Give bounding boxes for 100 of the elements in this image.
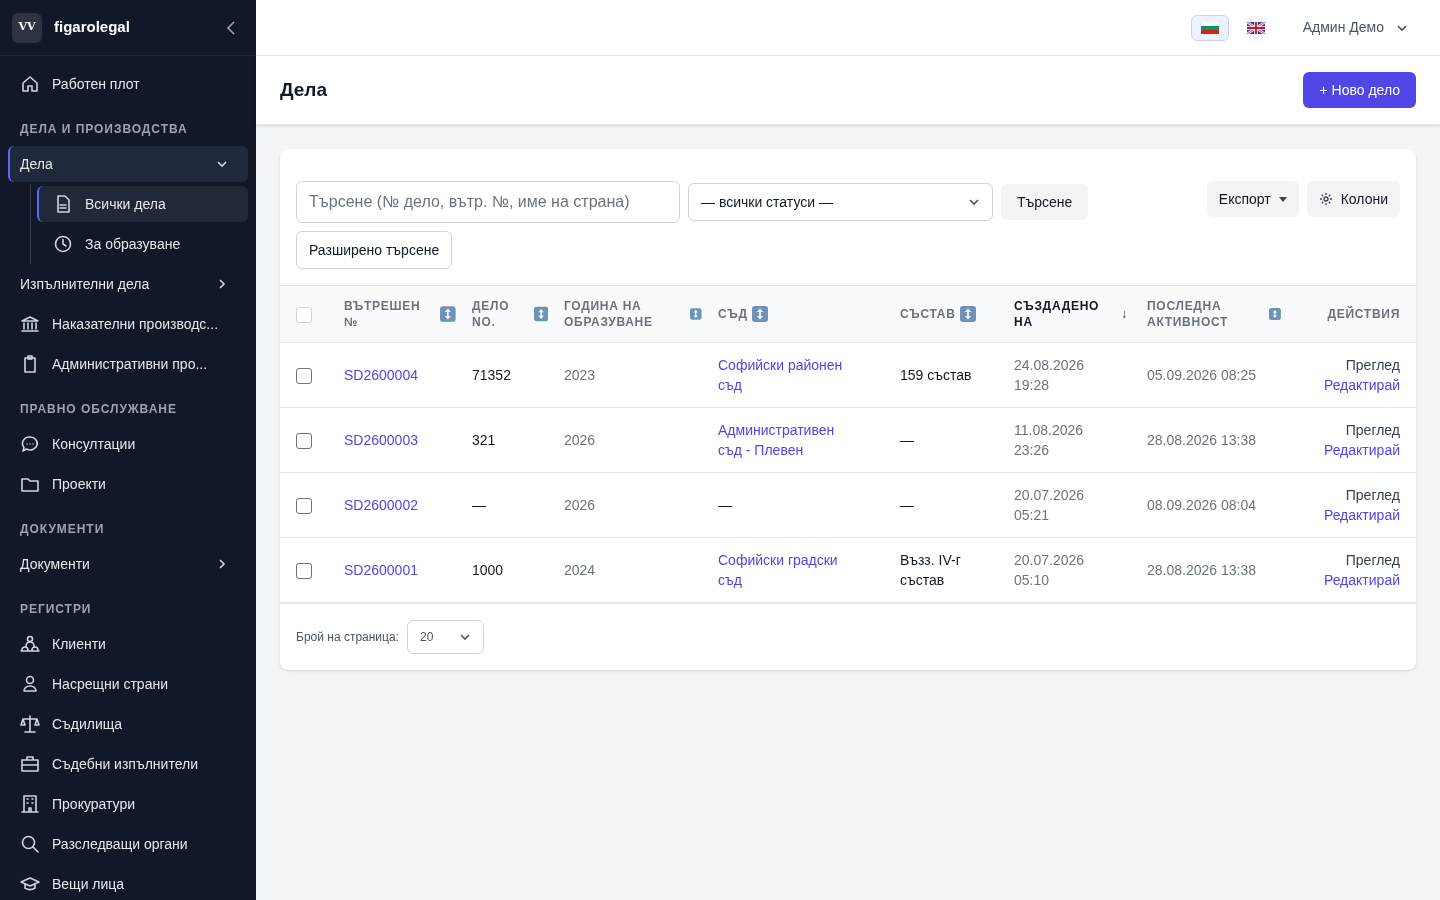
chevron-right-icon xyxy=(216,558,228,570)
view-link[interactable]: Преглед xyxy=(1297,420,1400,440)
new-case-button[interactable]: + Ново дело xyxy=(1303,72,1416,108)
edit-link[interactable]: Редактирай xyxy=(1297,570,1400,590)
nav-group[interactable]: Дела xyxy=(8,146,248,182)
case-link[interactable]: SD2600001 xyxy=(344,562,418,578)
court-link[interactable]: Административен съд - Плевен xyxy=(718,420,858,460)
home-icon xyxy=(20,74,40,94)
nav-item[interactable]: Прокуратури xyxy=(8,786,248,822)
checkbox[interactable] xyxy=(296,563,312,580)
nav-item[interactable]: Консултации xyxy=(8,426,248,462)
table-cell: 05.09.2026 08:25 xyxy=(1147,367,1256,383)
column-header[interactable]: ГОДИНА НА ОБРАЗУВАНЕ xyxy=(564,298,687,330)
table-cell-text: 11.08.2026 23:26 xyxy=(1014,421,1085,460)
edit-link[interactable]: Редактирай xyxy=(1297,440,1400,460)
sort-icon[interactable] xyxy=(1269,306,1281,322)
edit-link[interactable]: Редактирай xyxy=(1297,375,1400,395)
column-header[interactable]: ДЕЛО NO. xyxy=(472,298,530,330)
brand-name: figarolegal xyxy=(54,17,130,38)
section-heading: РЕГИСТРИ xyxy=(19,601,93,618)
language-button[interactable] xyxy=(1190,14,1229,41)
view-link[interactable]: Преглед xyxy=(1297,485,1400,505)
sort-arrow[interactable]: ↓ xyxy=(1121,305,1131,323)
nav-item[interactable]: Работен плот xyxy=(8,66,248,102)
user-icon xyxy=(20,674,40,694)
per-page-select[interactable]: 20 xyxy=(406,620,484,654)
chevron-right-icon xyxy=(216,278,228,290)
nav-group[interactable]: Документи xyxy=(8,546,248,582)
section-heading: ДОКУМЕНТИ xyxy=(19,521,106,538)
collapse-icon[interactable] xyxy=(226,20,236,35)
building-icon xyxy=(20,794,40,814)
nav-item[interactable]: Клиенти xyxy=(8,626,248,662)
column-header[interactable]: СЪЗДАДЕНО НА xyxy=(1014,298,1117,330)
chevron-down-icon xyxy=(216,158,228,170)
table-cell: 1000 xyxy=(472,562,504,578)
status-select[interactable]: — всички статуси — xyxy=(688,183,993,221)
court-link[interactable]: Софийски градски съд xyxy=(718,550,858,590)
search-icon xyxy=(20,834,40,854)
sort-icon[interactable] xyxy=(690,306,702,322)
nav-item[interactable]: Наказателни производс... xyxy=(8,306,248,342)
nav-group[interactable]: Изпълнителни дела xyxy=(8,266,248,302)
column-header[interactable]: СЪД xyxy=(718,306,748,322)
table-cell: 321 xyxy=(472,432,496,448)
nav-item[interactable]: Съдебни изпълнители xyxy=(8,746,248,782)
nav-item[interactable]: Административни про... xyxy=(8,346,248,382)
briefcase-icon xyxy=(20,754,40,774)
case-link[interactable]: SD2600004 xyxy=(344,367,418,383)
edit-link[interactable]: Редактирай xyxy=(1297,505,1400,525)
nav-item[interactable]: Вещи лица xyxy=(8,866,248,900)
flag-icon xyxy=(1246,21,1265,34)
chevron-down-icon xyxy=(458,631,471,643)
logo: VV xyxy=(12,12,42,43)
checkbox[interactable] xyxy=(296,433,312,450)
table-cell: 2026 xyxy=(564,497,596,513)
table-cell: 2026 xyxy=(564,432,596,448)
column-header[interactable]: ДЕЙСТВИЯ xyxy=(1327,306,1400,322)
search-field[interactable]: Търсене (№ дело, вътр. №, име на страна) xyxy=(296,181,680,223)
table-cell: — xyxy=(900,432,914,448)
nav-item[interactable]: За образуване xyxy=(37,226,248,262)
table-cell: 2024 xyxy=(564,562,596,578)
table-cell: 159 състав xyxy=(900,367,972,383)
checkbox[interactable] xyxy=(296,368,312,385)
view-link[interactable]: Преглед xyxy=(1297,550,1400,570)
column-header[interactable]: СЪСТАВ xyxy=(900,306,956,322)
case-link[interactable]: SD2600002 xyxy=(344,497,418,513)
page-title: Дела xyxy=(280,77,327,102)
nav-item[interactable]: Всички дела xyxy=(37,186,248,222)
checkbox[interactable] xyxy=(296,498,312,515)
table-cell: Възз. IV-г състав xyxy=(900,552,961,588)
nav-item[interactable]: Разследващи органи xyxy=(8,826,248,862)
users-icon xyxy=(20,634,40,654)
sort-icon[interactable] xyxy=(959,306,976,322)
per-page-label: Брой на страница: xyxy=(296,629,399,646)
columns-button[interactable]: Колони xyxy=(1306,181,1400,217)
nav-item[interactable]: Проекти xyxy=(8,466,248,502)
sort-icon[interactable] xyxy=(751,306,768,322)
section-heading: ДЕЛА И ПРОИЗВОДСТВА xyxy=(19,121,189,138)
chat-icon xyxy=(20,434,40,454)
table-cell: 71352 xyxy=(472,367,511,383)
export-button[interactable]: Експорт xyxy=(1206,181,1299,217)
search-button[interactable]: Търсене xyxy=(1001,184,1089,220)
table-cell: — xyxy=(900,497,914,513)
advanced-search-button[interactable]: Разширено търсене xyxy=(296,231,453,269)
nav-item[interactable]: Съдилища xyxy=(8,706,248,742)
column-header[interactable]: ВЪТРЕШЕН № xyxy=(344,298,437,330)
clock-icon xyxy=(53,234,73,254)
table-cell-text: 20.07.2026 05:10 xyxy=(1014,551,1086,590)
sort-icon[interactable] xyxy=(440,306,456,322)
user-menu[interactable]: Админ Демо xyxy=(1302,17,1408,38)
table-cell: 28.08.2026 13:38 xyxy=(1147,562,1256,578)
table-cell: — xyxy=(472,497,486,513)
view-link[interactable]: Преглед xyxy=(1297,355,1400,375)
flag-icon xyxy=(1200,21,1219,34)
column-header[interactable]: ПОСЛЕДНА АКТИВНОСТ xyxy=(1147,298,1266,330)
table-cell: 08.09.2026 08:04 xyxy=(1147,497,1256,513)
case-link[interactable]: SD2600003 xyxy=(344,432,418,448)
table-cell-text: 20.07.2026 05:21 xyxy=(1014,486,1086,525)
sort-icon[interactable] xyxy=(533,306,548,322)
court-link[interactable]: Софийски районен съд xyxy=(718,355,858,395)
nav-item[interactable]: Насрещни страни xyxy=(8,666,248,702)
